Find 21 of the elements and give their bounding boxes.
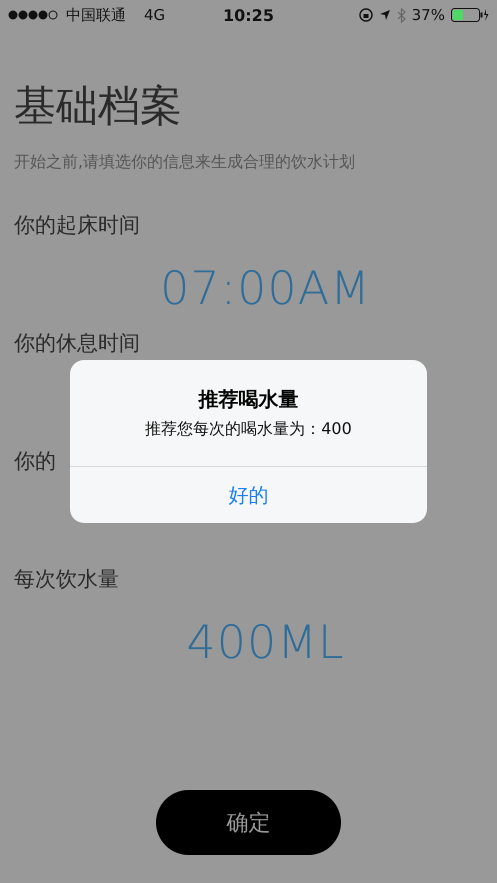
page-title: 基础档案 <box>14 80 183 132</box>
alert-message: 推荐您每次的喝水量为：400 <box>145 419 352 440</box>
field-label: 你的 <box>14 448 56 475</box>
field-label: 你的休息时间 <box>14 330 140 357</box>
network-type: 4G <box>144 6 166 24</box>
ok-button[interactable]: 好的 <box>70 466 427 523</box>
rotation-lock-icon <box>358 8 373 22</box>
field-label: 每次饮水量 <box>14 566 119 593</box>
carrier-name: 中国联通 <box>66 6 126 24</box>
page-subtitle: 开始之前,请填选你的信息来生成合理的饮水计划 <box>14 151 356 173</box>
field-value[interactable]: 07:00AM <box>160 255 371 313</box>
signal-icon <box>8 10 58 20</box>
field-label: 你的起床时间 <box>14 212 140 239</box>
field-value[interactable]: 400ML <box>186 609 345 667</box>
battery-percent: 37% <box>412 6 445 24</box>
clock-time: 10:25 <box>222 6 275 24</box>
bluetooth-icon <box>396 8 406 22</box>
alert-title: 推荐喝水量 <box>198 386 298 413</box>
battery-charging-icon <box>450 8 489 22</box>
confirm-button[interactable]: 确定 <box>156 790 341 855</box>
location-arrow-icon <box>378 9 391 21</box>
